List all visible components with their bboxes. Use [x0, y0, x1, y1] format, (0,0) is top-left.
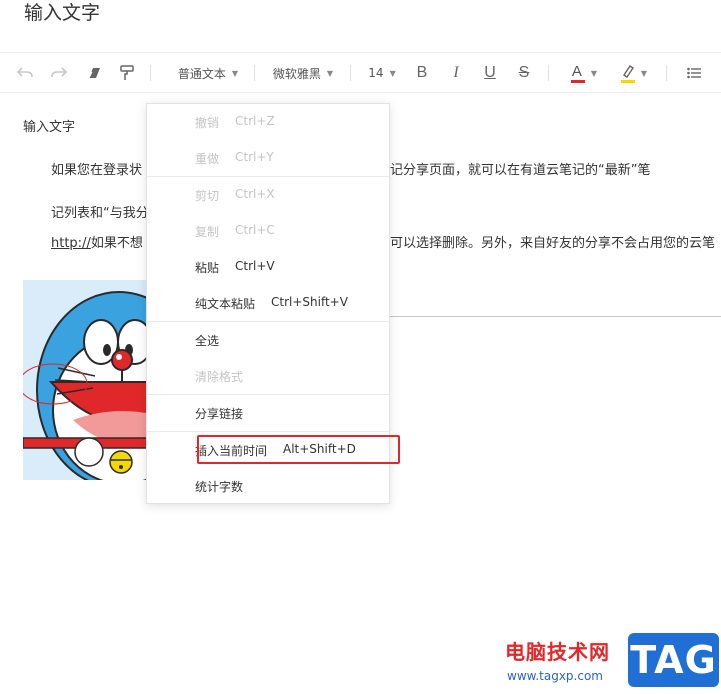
watermark-tag-logo: TAG — [628, 633, 719, 687]
document-title[interactable]: 输入文字 — [24, 0, 100, 25]
chevron-down-icon: ▼ — [389, 68, 396, 78]
menu-item-shortcut: Ctrl+Z — [235, 114, 275, 128]
menu-item-cut[interactable]: 剪切 Ctrl+X — [147, 181, 389, 209]
site-watermark: 电脑技术网 www.tagxp.com TAG — [505, 633, 721, 694]
toolbar-separator — [150, 65, 151, 81]
menu-separator — [147, 176, 389, 177]
menu-item-label: 粘贴 — [195, 261, 220, 275]
toolbar-separator — [254, 65, 255, 81]
doraemon-illustration — [23, 280, 147, 480]
menu-item-shortcut: Ctrl+Y — [235, 150, 274, 164]
highlighter-icon — [620, 63, 635, 83]
italic-button[interactable]: I — [446, 53, 466, 93]
format-painter-icon — [120, 65, 134, 80]
paragraph-style-select[interactable]: 普通文本 ▼ — [172, 53, 244, 93]
menu-item-label: 纯文本粘贴 — [195, 297, 256, 311]
redo-icon — [51, 67, 67, 78]
menu-item-select-all[interactable]: 全选 — [147, 326, 389, 354]
menu-item-share-link[interactable]: 分享链接 — [147, 399, 389, 427]
menu-item-shortcut: Ctrl+X — [235, 187, 275, 201]
menu-item-undo[interactable]: 撤销 Ctrl+Z — [147, 108, 389, 136]
undo-icon — [17, 67, 33, 78]
menu-separator — [147, 431, 389, 432]
font-color-swatch — [570, 80, 585, 83]
font-color-button[interactable]: A ▼ — [562, 53, 606, 93]
menu-item-word-count[interactable]: 统计字数 — [147, 472, 389, 500]
underline-button[interactable]: U — [480, 53, 500, 93]
paragraph-style-label: 普通文本 — [177, 66, 226, 81]
paragraph-line3-text: 如果不想 — [90, 236, 143, 251]
strikethrough-button[interactable]: S — [514, 53, 534, 93]
menu-item-label: 全选 — [195, 334, 220, 348]
format-painter-button[interactable] — [116, 53, 138, 93]
watermark-url: www.tagxp.com — [507, 669, 603, 683]
menu-separator — [147, 394, 389, 395]
menu-item-clear-format[interactable]: 清除格式 — [147, 362, 389, 390]
paragraph-line1-end: 记分享页面，就可以在有道云笔记的“最新”笔 — [390, 163, 651, 178]
menu-item-copy[interactable]: 复制 Ctrl+C — [147, 217, 389, 245]
menu-item-paste[interactable]: 粘贴 Ctrl+V — [147, 253, 389, 281]
toolbar-separator — [666, 65, 667, 81]
paragraph-line3-start: http://如果不想 — [51, 232, 143, 251]
menu-item-label: 剪切 — [195, 189, 220, 203]
font-size-label: 14 — [368, 66, 384, 80]
doraemon-image[interactable] — [23, 280, 147, 480]
redo-button[interactable] — [48, 53, 70, 93]
toolbar-separator — [350, 65, 351, 81]
paragraph-line3-end: 可以选择删除。另外，来自好友的分享不会占用您的云笔 — [390, 236, 716, 251]
menu-separator — [147, 321, 389, 322]
annotation-highlight-box — [197, 435, 400, 464]
formatting-toolbar: 普通文本 ▼ 微软雅黑 ▼ 14 ▼ B I U S A ▼ ▼ — [0, 53, 721, 93]
menu-item-shortcut: Ctrl+Shift+V — [271, 295, 348, 309]
highlight-color-button[interactable]: ▼ — [614, 53, 654, 93]
menu-item-label: 重做 — [195, 152, 220, 166]
menu-item-shortcut: Ctrl+C — [235, 223, 275, 237]
bullet-list-button[interactable] — [684, 53, 704, 93]
menu-item-label: 清除格式 — [195, 370, 244, 384]
paragraph-line1-start: 如果您在登录状 — [51, 163, 143, 178]
bullet-list-icon — [687, 67, 701, 79]
chevron-down-icon: ▼ — [640, 68, 648, 78]
bold-button[interactable]: B — [412, 53, 432, 93]
chevron-down-icon: ▼ — [590, 68, 598, 78]
menu-item-label: 复制 — [195, 225, 220, 239]
paragraph-heading: 输入文字 — [23, 120, 76, 135]
font-size-select[interactable]: 14 ▼ — [364, 53, 400, 93]
toolbar-separator — [548, 65, 549, 81]
font-color-letter: A — [571, 63, 582, 80]
highlight-swatch — [620, 80, 635, 83]
paragraph-link[interactable]: http:// — [51, 236, 91, 251]
eraser-icon — [88, 68, 100, 79]
watermark-site-name: 电脑技术网 — [505, 640, 610, 664]
menu-item-label: 分享链接 — [195, 407, 244, 421]
font-family-label: 微软雅黑 — [272, 66, 321, 81]
clear-format-button[interactable] — [84, 53, 106, 93]
menu-item-shortcut: Ctrl+V — [235, 259, 275, 273]
font-family-select[interactable]: 微软雅黑 ▼ — [268, 53, 338, 93]
menu-item-paste-plain-text[interactable]: 纯文本粘贴 Ctrl+Shift+V — [147, 289, 389, 317]
paragraph-line2: 记列表和“与我分 — [51, 206, 149, 221]
menu-item-label: 统计字数 — [195, 480, 244, 494]
chevron-down-icon: ▼ — [231, 68, 239, 78]
font-color-icon: A — [570, 63, 585, 83]
chevron-down-icon: ▼ — [326, 68, 334, 78]
menu-item-redo[interactable]: 重做 Ctrl+Y — [147, 144, 389, 172]
menu-item-label: 撤销 — [195, 116, 220, 130]
undo-button[interactable] — [14, 53, 36, 93]
